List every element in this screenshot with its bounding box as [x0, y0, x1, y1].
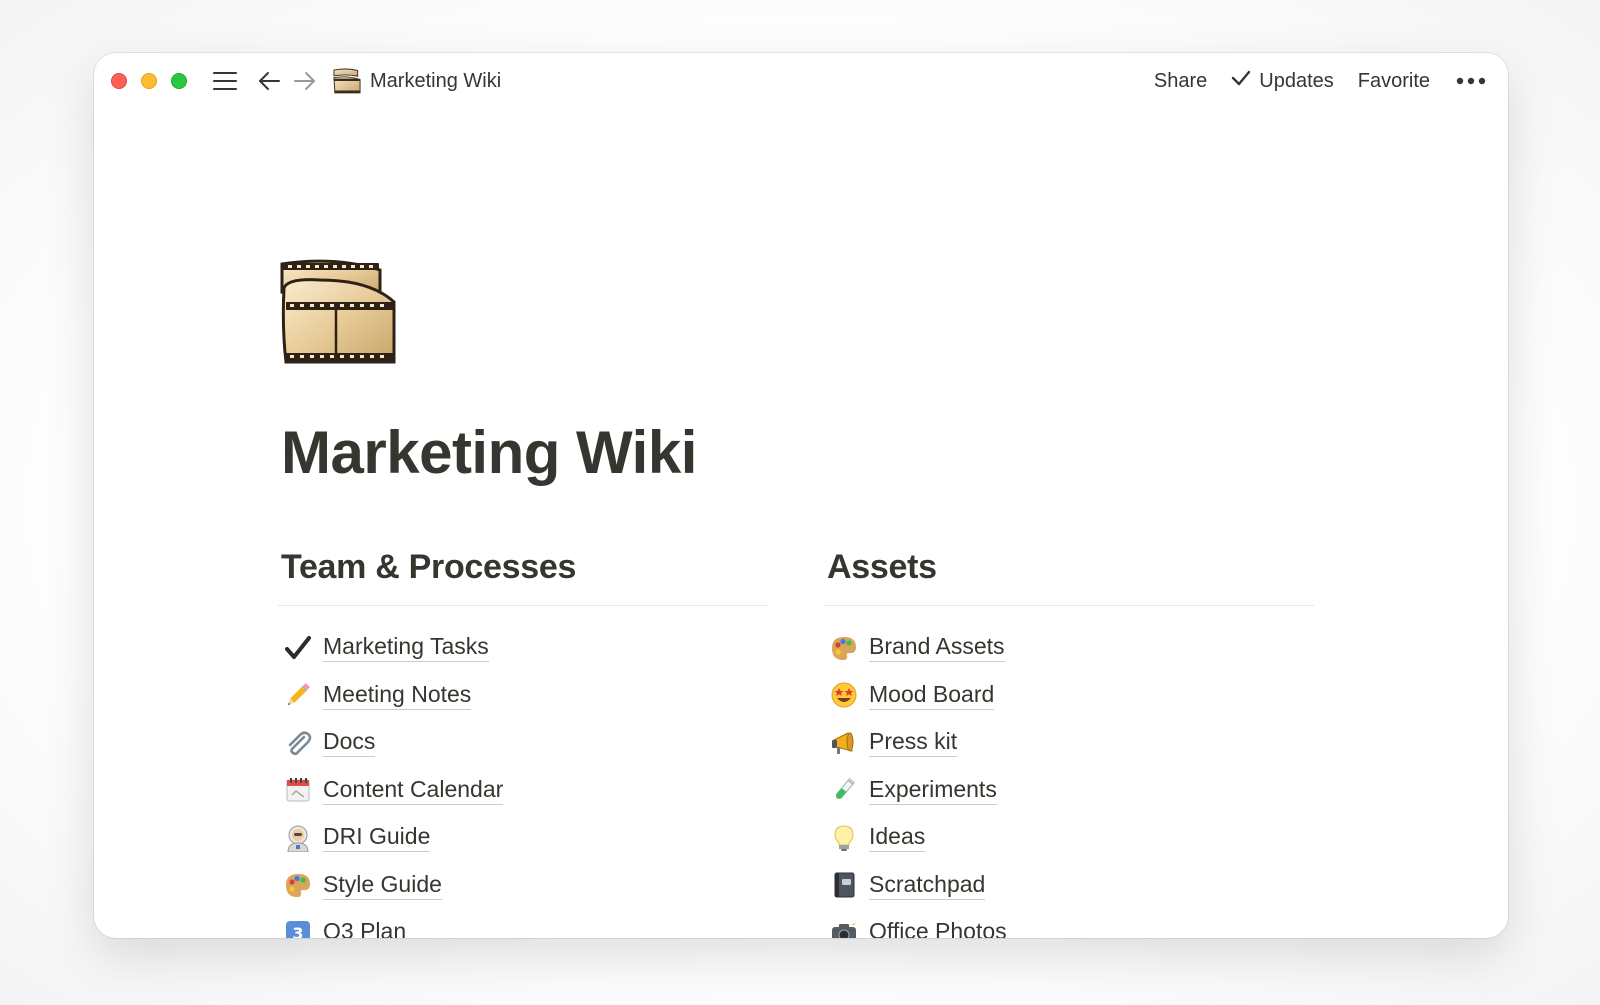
page-link-style-guide[interactable]: Style Guide [278, 862, 768, 910]
page-link-experiments[interactable]: Experiments [824, 767, 1314, 815]
page-link-label: Meeting Notes [323, 681, 472, 710]
team-processes-list: Marketing Tasks Meeting Notes Docs Conte… [278, 624, 768, 938]
page-link-content-calendar[interactable]: Content Calendar [278, 767, 768, 815]
breadcrumb[interactable]: Marketing Wiki [333, 68, 501, 94]
section-heading-team-processes[interactable]: Team & Processes [278, 548, 768, 606]
pencil-icon [283, 680, 313, 710]
title-bar-actions: Share Updates Favorite [1130, 53, 1486, 109]
page-link-label: Experiments [869, 776, 997, 805]
page-link-q3-plan[interactable]: 3 Q3 Plan [278, 909, 768, 938]
film-strip-icon [333, 68, 361, 94]
palette-icon [829, 633, 859, 663]
notebook-icon [829, 870, 859, 900]
updates-label: Updates [1259, 69, 1334, 92]
check-icon [1231, 69, 1251, 93]
minimize-window-button[interactable] [141, 73, 157, 89]
page-link-label: Scratchpad [869, 871, 986, 900]
sidebar-toggle-icon[interactable] [211, 65, 239, 97]
more-options-icon[interactable] [1456, 77, 1486, 85]
page-title[interactable]: Marketing Wiki [281, 418, 697, 487]
page-link-mood-board[interactable]: Mood Board [824, 672, 1314, 720]
page-link-marketing-tasks[interactable]: Marketing Tasks [278, 624, 768, 672]
svg-text:3: 3 [292, 924, 303, 938]
desktop-background: Marketing Wiki Share Updates Favorite Ma… [0, 0, 1600, 1005]
page-link-scratchpad[interactable]: Scratchpad [824, 862, 1314, 910]
forward-arrow-icon[interactable] [291, 65, 319, 97]
star-struck-icon [829, 680, 859, 710]
assets-list: Brand Assets Mood Board Press kit Experi… [824, 624, 1314, 938]
check-mark-icon [283, 633, 313, 663]
palette-icon [283, 870, 313, 900]
calendar-icon [283, 775, 313, 805]
updates-button[interactable]: Updates [1231, 69, 1334, 93]
breadcrumb-title: Marketing Wiki [370, 69, 502, 92]
astronaut-icon [283, 823, 313, 853]
close-window-button[interactable] [111, 73, 127, 89]
paperclip-icon [283, 728, 313, 758]
back-arrow-icon[interactable] [255, 65, 283, 97]
page-link-label: Q3 Plan [323, 918, 406, 938]
camera-flash-icon [829, 918, 859, 938]
favorite-button[interactable]: Favorite [1358, 70, 1430, 93]
title-bar: Marketing Wiki Share Updates Favorite [94, 53, 1508, 109]
page-link-docs[interactable]: Docs [278, 719, 768, 767]
window-controls [111, 73, 201, 89]
share-button[interactable]: Share [1154, 70, 1207, 93]
page-link-label: Marketing Tasks [323, 633, 489, 663]
section-heading-assets[interactable]: Assets [824, 548, 1314, 606]
film-strip-icon [280, 259, 396, 364]
light-bulb-icon [829, 823, 859, 853]
team-processes-column: Team & Processes Marketing Tasks Meeting… [278, 548, 768, 938]
page-link-label: Mood Board [869, 681, 995, 710]
page-link-label: Press kit [869, 728, 958, 758]
app-window: Marketing Wiki Share Updates Favorite Ma… [94, 53, 1508, 938]
page-link-label: DRI Guide [323, 823, 431, 853]
page-link-label: Ideas [869, 823, 926, 853]
page-link-label: Docs [323, 728, 376, 758]
page-link-meeting-notes[interactable]: Meeting Notes [278, 672, 768, 720]
megaphone-icon [829, 728, 859, 758]
page-link-label: Style Guide [323, 871, 442, 900]
page-link-press-kit[interactable]: Press kit [824, 719, 1314, 767]
page-link-label: Content Calendar [323, 776, 504, 805]
page-link-label: Office Photos [869, 918, 1007, 938]
number-3-icon: 3 [283, 918, 313, 938]
page-link-dri-guide[interactable]: DRI Guide [278, 814, 768, 862]
page-link-ideas[interactable]: Ideas [824, 814, 1314, 862]
page-link-brand-assets[interactable]: Brand Assets [824, 624, 1314, 672]
zoom-window-button[interactable] [171, 73, 187, 89]
test-tube-icon [829, 775, 859, 805]
page-link-label: Brand Assets [869, 633, 1005, 663]
assets-column: Assets Brand Assets Mood Board Press kit… [824, 548, 1314, 938]
page-icon[interactable] [280, 258, 398, 366]
page-link-office-photos[interactable]: Office Photos [824, 909, 1314, 938]
